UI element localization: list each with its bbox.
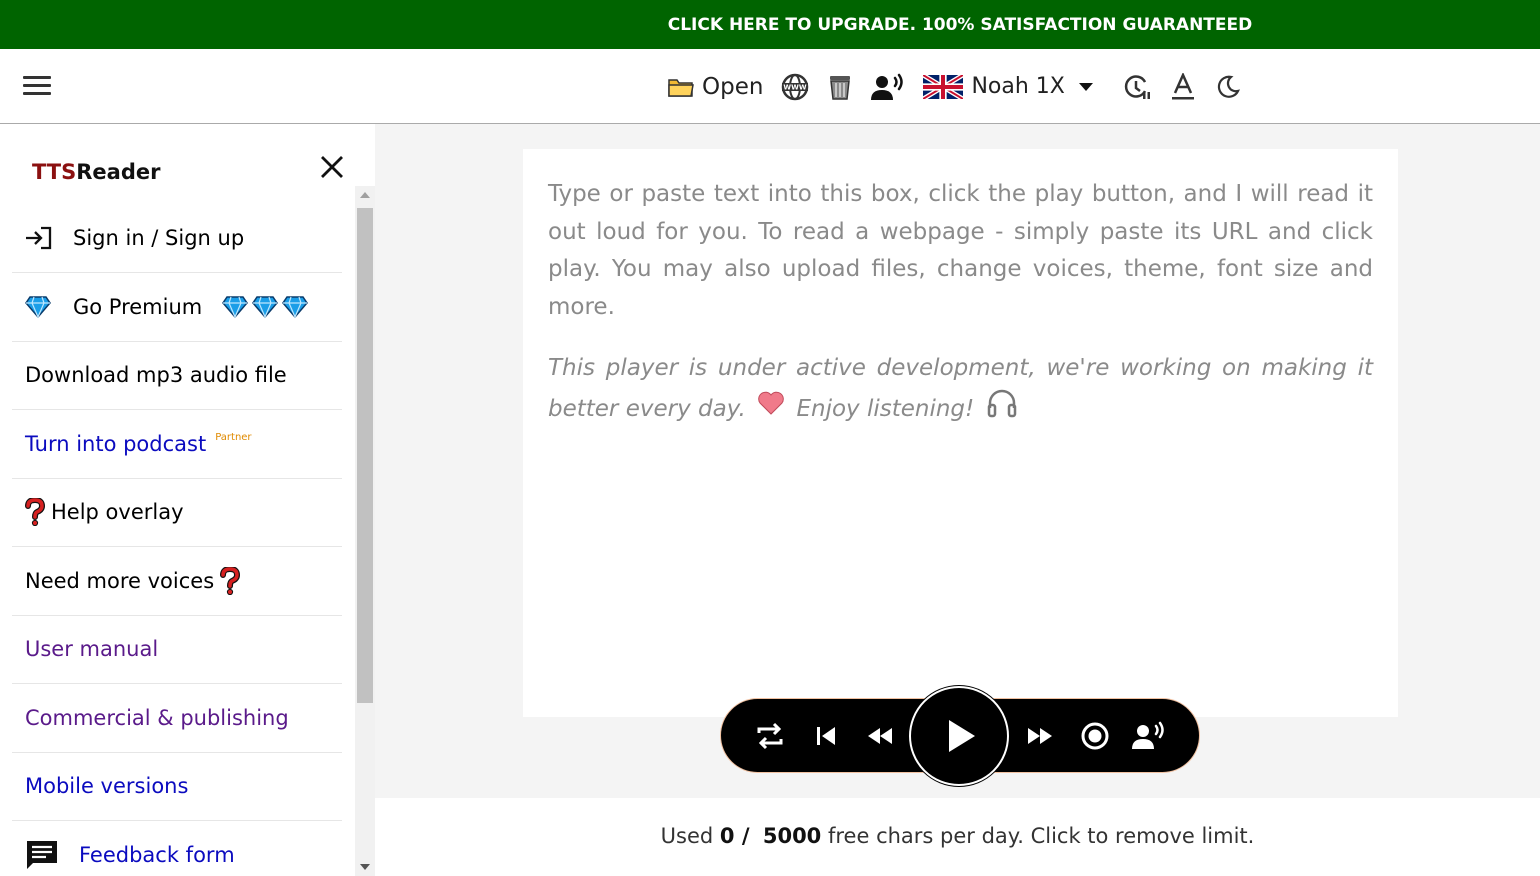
audio-player (721, 686, 1199, 786)
moon-icon (1215, 74, 1241, 100)
dark-mode-button[interactable] (1215, 74, 1241, 100)
sleep-timer-button[interactable] (1123, 73, 1151, 101)
skip-previous-icon[interactable] (807, 717, 845, 755)
svg-text:WWW: WWW (784, 83, 807, 91)
question-mark-icon (220, 566, 241, 595)
voice-select[interactable]: Noah 1X (923, 74, 1093, 99)
sidebar: TTSReader Sign in / Sign up Go Premium D… (0, 124, 375, 876)
usage-limit: 5000 (762, 824, 822, 848)
fast-forward-icon[interactable] (1021, 717, 1059, 755)
placeholder-text: Type or paste text into this box, click … (548, 181, 1373, 320)
sidebar-item-label: Sign in / Sign up (73, 225, 245, 250)
sidebar-item-download-mp3[interactable]: Download mp3 audio file (12, 342, 342, 410)
sidebar-item-more-voices[interactable]: Need more voices (12, 547, 342, 616)
url-button[interactable]: WWW (781, 73, 809, 101)
top-bar: Open WWW Noah 1X (0, 49, 1540, 124)
sidebar-menu: Sign in / Sign up Go Premium Download mp… (12, 203, 342, 876)
sidebar-item-label: Need more voices (25, 568, 215, 593)
sidebar-item-help-overlay[interactable]: Help overlay (12, 479, 342, 547)
headphones-icon (986, 388, 1018, 431)
sidebar-item-premium[interactable]: Go Premium (12, 273, 342, 342)
scroll-down-arrow-icon[interactable] (360, 864, 370, 870)
rewind-icon[interactable] (861, 717, 899, 755)
sign-in-icon (25, 226, 53, 250)
voice-label: Noah 1X (971, 74, 1065, 99)
voice-speaker-icon[interactable] (1129, 717, 1167, 755)
open-button[interactable]: Open (668, 74, 763, 100)
usage-used: 0 / (719, 824, 750, 848)
upgrade-banner-text: CLICK HERE TO UPGRADE. 100% SATISFACTION… (667, 14, 1253, 35)
clear-button[interactable] (827, 73, 853, 101)
footer: Used 0 / 5000 free chars per day. Click … (375, 798, 1540, 876)
text-input-area[interactable]: Type or paste text into this box, click … (523, 149, 1398, 717)
repeat-icon[interactable] (751, 717, 789, 755)
sidebar-item-label: Download mp3 audio file (25, 363, 287, 388)
close-icon[interactable] (319, 154, 345, 180)
toolbar: Open WWW Noah 1X (668, 49, 1259, 124)
sidebar-item-podcast[interactable]: Turn into podcast Partner (12, 410, 342, 479)
usage-limit-text[interactable]: Used 0 / 5000 free chars per day. Click … (375, 824, 1540, 848)
timer-icon (1123, 73, 1151, 101)
feedback-icon (25, 839, 59, 871)
sidebar-item-label: Commercial & publishing (25, 705, 289, 730)
partner-badge: Partner (215, 432, 252, 444)
sidebar-scrollbar[interactable] (355, 186, 375, 876)
www-globe-icon: WWW (781, 73, 809, 101)
placeholder-note: This player is under active development,… (548, 350, 1373, 430)
diamond-icons (222, 295, 309, 319)
font-settings-button[interactable] (1169, 72, 1197, 101)
sidebar-item-user-manual[interactable]: User manual (12, 616, 342, 684)
voice-settings-button[interactable] (871, 73, 905, 101)
play-button[interactable] (909, 686, 1009, 786)
upgrade-banner[interactable]: CLICK HERE TO UPGRADE. 100% SATISFACTION… (0, 0, 1540, 49)
sidebar-item-sign-in[interactable]: Sign in / Sign up (12, 203, 342, 273)
speaker-person-icon (871, 73, 905, 101)
record-icon[interactable] (1076, 717, 1114, 755)
sidebar-item-label: Help overlay (51, 500, 184, 525)
uk-flag-icon (923, 74, 971, 99)
scroll-up-arrow-icon[interactable] (360, 192, 370, 198)
scroll-thumb[interactable] (357, 208, 373, 703)
menu-icon[interactable] (23, 76, 51, 96)
sidebar-item-commercial[interactable]: Commercial & publishing (12, 684, 342, 753)
font-icon (1169, 72, 1197, 101)
sidebar-item-label: Go Premium (73, 294, 203, 319)
sidebar-item-feedback[interactable]: Feedback form (12, 821, 342, 876)
sidebar-item-label: Feedback form (79, 843, 235, 868)
diamond-icon (25, 295, 51, 319)
question-mark-icon (25, 498, 45, 527)
sidebar-item-label: Turn into podcast (25, 431, 207, 456)
chevron-down-icon (1078, 82, 1093, 91)
sidebar-item-label: User manual (25, 637, 159, 662)
open-label: Open (702, 73, 764, 100)
heart-icon (757, 390, 785, 428)
folder-icon (668, 76, 694, 98)
trash-icon (827, 73, 853, 101)
sidebar-item-label: Mobile versions (25, 774, 189, 799)
sidebar-item-mobile[interactable]: Mobile versions (12, 753, 342, 821)
brand-logo: TTSReader (32, 160, 161, 184)
